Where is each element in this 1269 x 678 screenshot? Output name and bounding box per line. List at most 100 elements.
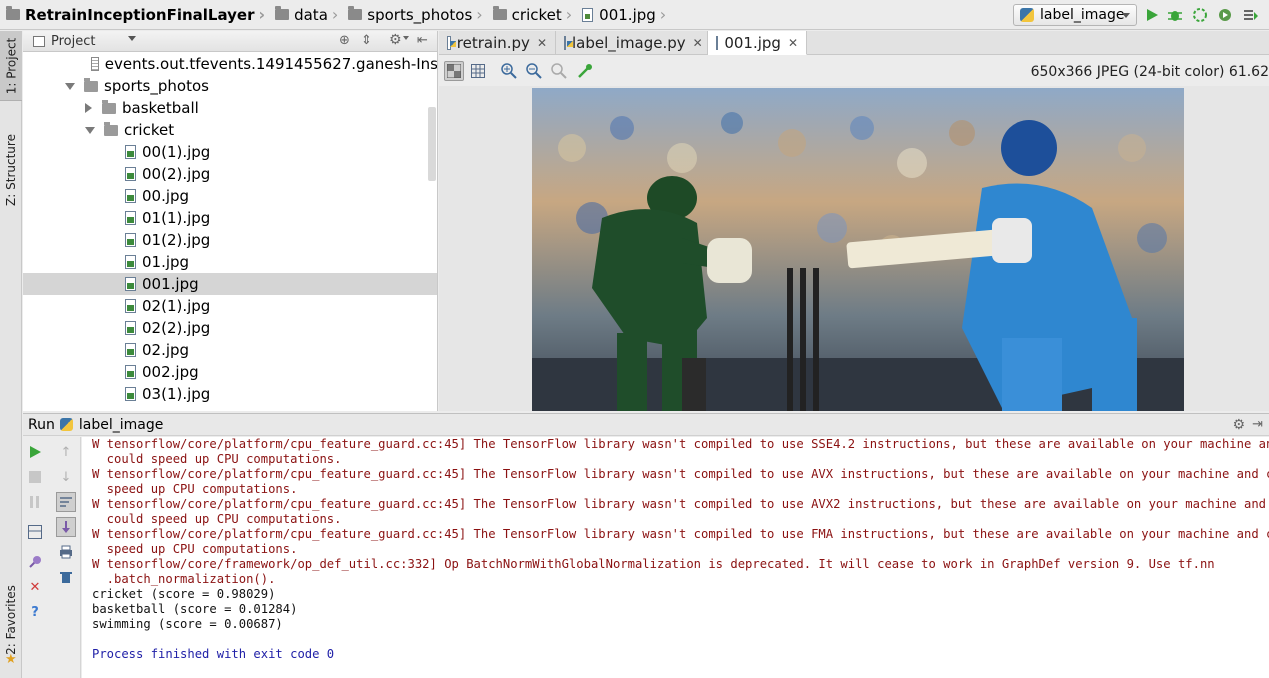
trash-icon	[60, 572, 72, 583]
vcs-update-icon	[1244, 10, 1258, 20]
soft-wrap-icon	[60, 497, 72, 507]
hide-panel-icon[interactable]: ⇤	[417, 33, 428, 48]
gear-icon[interactable]: ⚙	[389, 32, 402, 48]
breadcrumb-sports-photos[interactable]: sports_photos ›	[342, 0, 486, 30]
run-panel-title: Run	[28, 416, 55, 433]
locate-icon[interactable]: ⊕	[339, 33, 350, 48]
image-file-icon	[125, 233, 136, 247]
console-output[interactable]: W tensorflow/core/platform/cpu_feature_g…	[82, 437, 1269, 678]
tab-label: 001.jpg	[724, 33, 781, 52]
tab-001-jpg[interactable]: 001.jpg ✕	[708, 31, 807, 55]
scroll-to-end-button[interactable]	[56, 517, 76, 537]
close-icon[interactable]: ✕	[788, 36, 798, 50]
run-configuration-select[interactable]: label_image	[1013, 4, 1137, 26]
profile-button[interactable]	[1216, 6, 1234, 24]
tree-item[interactable]: 01.jpg	[23, 251, 437, 273]
console-line: W tensorflow/core/platform/cpu_feature_g…	[92, 467, 1269, 481]
breadcrumb-project[interactable]: RetrainInceptionFinalLayer ›	[0, 0, 269, 30]
console-line: .batch_normalization().	[92, 572, 276, 586]
tree-item[interactable]: cricket	[23, 119, 437, 141]
gear-icon[interactable]: ⚙	[1232, 417, 1245, 433]
image-file-icon	[125, 255, 136, 269]
tab-label-image-py[interactable]: label_image.py ✕	[556, 31, 708, 55]
tree-item-label: cricket	[124, 121, 175, 139]
run-config-tab[interactable]: label_image	[79, 417, 163, 433]
chevron-down-icon[interactable]	[403, 36, 409, 40]
cricket-photo	[532, 88, 1184, 411]
rerun-button[interactable]	[26, 443, 44, 461]
color-picker-button[interactable]	[575, 61, 595, 81]
close-icon[interactable]: ✕	[693, 36, 703, 50]
soft-wrap-button[interactable]	[56, 492, 76, 512]
chessboard-icon	[447, 64, 461, 78]
tab-label: label_image.py	[572, 34, 686, 52]
grid-button[interactable]	[468, 61, 488, 81]
collapse-all-icon[interactable]: ⇕	[361, 33, 372, 48]
close-icon[interactable]: ✕	[26, 578, 44, 596]
run-configuration-label: label_image	[1040, 7, 1125, 23]
tab-favorites-label: 2: Favorites	[4, 585, 19, 655]
folder-icon	[84, 77, 98, 92]
pin-button[interactable]	[26, 553, 44, 571]
pause-button[interactable]	[26, 493, 44, 511]
tree-item[interactable]: 02.jpg	[23, 339, 437, 361]
tree-item[interactable]: 03(1).jpg	[23, 383, 437, 405]
folder-icon	[104, 121, 118, 136]
tree-item[interactable]: 00.jpg	[23, 185, 437, 207]
stop-button[interactable]	[26, 468, 44, 486]
debug-button[interactable]	[1166, 6, 1184, 24]
breadcrumb-data[interactable]: data ›	[269, 0, 342, 30]
up-arrow-icon[interactable]: ↑	[57, 443, 75, 461]
down-arrow-icon[interactable]: ↓	[57, 468, 75, 486]
stop-icon	[29, 471, 41, 483]
scrollbar[interactable]	[428, 107, 436, 181]
chevron-down-icon[interactable]	[85, 126, 95, 134]
zoom-out-button[interactable]	[524, 61, 544, 81]
console-line: speed up CPU computations.	[92, 482, 298, 496]
tab-retrain-py[interactable]: retrain.py ✕	[439, 31, 556, 55]
tree-item[interactable]: 002.jpg	[23, 361, 437, 383]
tree-item[interactable]: 00(1).jpg	[23, 141, 437, 163]
breadcrumb-cricket[interactable]: cricket ›	[487, 0, 577, 30]
tree-item[interactable]: sports_photos	[23, 75, 437, 97]
breadcrumb-file[interactable]: 001.jpg ›	[576, 0, 670, 30]
python-icon	[59, 418, 73, 431]
actual-size-icon	[551, 63, 567, 79]
hide-panel-icon[interactable]: ⇥	[1252, 417, 1263, 432]
profile-icon	[1219, 9, 1231, 21]
chevron-down-icon[interactable]	[128, 36, 136, 41]
tree-item[interactable]: 02(2).jpg	[23, 317, 437, 339]
zoom-out-icon	[526, 63, 542, 79]
vcs-update-button[interactable]	[1242, 6, 1260, 24]
tree-item[interactable]: 001.jpg	[23, 273, 437, 295]
tree-item-label: 001.jpg	[142, 275, 199, 293]
tree-item[interactable]: 00(2).jpg	[23, 163, 437, 185]
tree-item[interactable]: 01(1).jpg	[23, 207, 437, 229]
clear-all-button[interactable]	[57, 568, 75, 586]
run-panel-header: Run label_image ⚙ ⇥	[23, 413, 1269, 436]
coverage-button[interactable]	[1191, 6, 1209, 24]
text-file-icon	[90, 57, 99, 71]
tree-item[interactable]: basketball	[23, 97, 437, 119]
image-file-icon	[125, 387, 136, 401]
tree-item[interactable]: 01(2).jpg	[23, 229, 437, 251]
layout-button[interactable]	[26, 523, 44, 541]
chevron-right-icon[interactable]	[85, 103, 92, 113]
eyedropper-icon	[578, 64, 592, 78]
close-icon[interactable]: ✕	[537, 36, 547, 50]
breadcrumb-label: RetrainInceptionFinalLayer	[25, 5, 255, 24]
zoom-in-button[interactable]	[499, 61, 519, 81]
tab-project[interactable]: 1: Project	[0, 31, 22, 101]
actual-size-button[interactable]	[549, 61, 569, 81]
tree-item[interactable]: 02(1).jpg	[23, 295, 437, 317]
tree-item[interactable]: events.out.tfevents.1491455627.ganesh-In…	[23, 53, 437, 75]
star-icon: ★	[5, 652, 17, 667]
chevron-down-icon[interactable]	[65, 82, 75, 90]
help-icon[interactable]: ?	[26, 603, 44, 621]
tab-structure[interactable]: Z: Structure	[0, 120, 22, 220]
chessboard-button[interactable]	[444, 61, 464, 81]
print-button[interactable]	[57, 543, 75, 561]
project-panel-title[interactable]: Project	[51, 34, 95, 49]
run-button[interactable]	[1143, 6, 1161, 24]
